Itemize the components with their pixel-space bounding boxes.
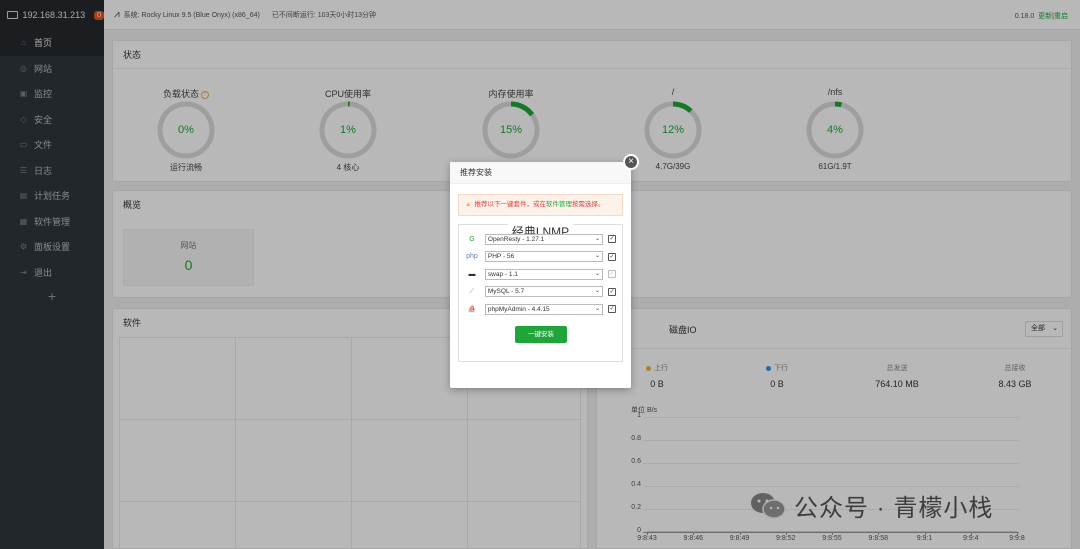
software-row: php PHP - 56 ⌄ ✓ bbox=[465, 251, 616, 263]
chevron-down-icon: ⌄ bbox=[595, 253, 601, 259]
alert-text-post: 按需选择。 bbox=[571, 201, 605, 208]
software-row: ▬ swap - 1.1 ⌄ ✓ bbox=[465, 268, 616, 280]
close-button[interactable]: × bbox=[623, 154, 639, 170]
lnmp-suite-box: 经典LNMP G OpenResty - 1.27.1 ⌄ ✓ php PHP - 56 ⌄… bbox=[458, 223, 623, 362]
chevron-down-icon: ⌄ bbox=[595, 235, 601, 242]
modal-title: 推荐安装 bbox=[450, 162, 631, 184]
software-row: ⟋ MySQL - 5.7 ⌄ ✓ bbox=[465, 286, 616, 298]
alert-text-pre: 推荐以下一键套件，或在 bbox=[474, 201, 546, 208]
install-checkbox[interactable]: ✓ bbox=[608, 252, 616, 261]
install-checkbox[interactable]: ✓ bbox=[608, 235, 616, 243]
software-row: G OpenResty - 1.27.1 ⌄ ✓ bbox=[465, 233, 616, 245]
version-select-value: swap - 1.1 bbox=[487, 270, 518, 278]
install-checkbox[interactable]: ✓ bbox=[608, 305, 616, 313]
install-alert: ▲ 推荐以下一键套件，或在软件管理按需选择。 bbox=[458, 194, 623, 216]
version-select-value: PHP - 56 bbox=[487, 253, 515, 260]
version-select[interactable]: swap - 1.1 ⌄ bbox=[484, 268, 604, 280]
chevron-down-icon: ⌄ bbox=[595, 305, 601, 312]
install-checkbox: ✓ bbox=[608, 270, 616, 278]
version-select-value: MySQL - 5.7 bbox=[487, 288, 525, 295]
version-select[interactable]: OpenResty - 1.27.1 ⌄ bbox=[484, 233, 604, 245]
version-select-value: OpenResty - 1.27.1 bbox=[487, 235, 545, 243]
install-checkbox[interactable]: ✓ bbox=[608, 287, 616, 296]
one-click-install-button[interactable]: 一键安装 bbox=[515, 326, 567, 343]
version-select-value: phpMyAdmin - 4.4.15 bbox=[487, 305, 550, 313]
version-select[interactable]: MySQL - 5.7 ⌄ bbox=[484, 286, 604, 297]
php-icon: php bbox=[466, 253, 478, 260]
mysql-icon: ⟋ bbox=[469, 287, 475, 295]
chevron-down-icon: ⌄ bbox=[595, 288, 601, 294]
version-select[interactable]: PHP - 56 ⌄ bbox=[484, 251, 604, 262]
software-manage-link[interactable]: 软件管理 bbox=[546, 201, 572, 208]
chevron-down-icon: ⌄ bbox=[595, 270, 601, 277]
recommend-install-modal: 推荐安装 × ▲ 推荐以下一键套件，或在软件管理按需选择。 经典LNMP G Ope… bbox=[450, 154, 639, 388]
phpmyadmin-icon: ⛵ bbox=[467, 306, 477, 313]
software-row: ⛵ phpMyAdmin - 4.4.15 ⌄ ✓ bbox=[465, 303, 616, 315]
version-select[interactable]: phpMyAdmin - 4.4.15 ⌄ bbox=[484, 303, 604, 315]
swap-icon: ▬ bbox=[468, 270, 476, 278]
warning-icon: ▲ bbox=[465, 201, 472, 208]
openresty-icon: G bbox=[469, 235, 475, 243]
